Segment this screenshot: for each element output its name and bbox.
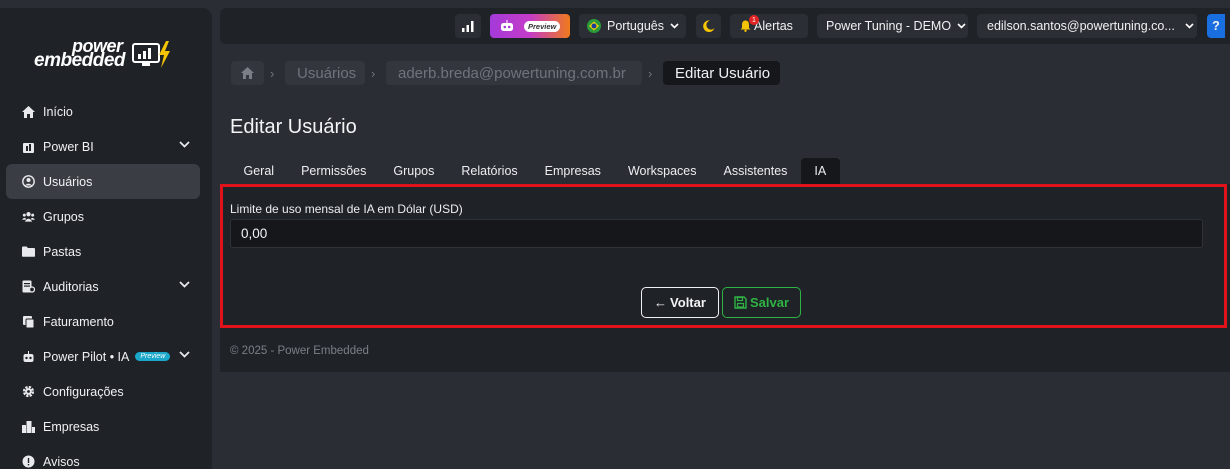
sidebar-item-usuarios[interactable]: Usuários (6, 164, 200, 199)
ai-assistant-button[interactable]: Preview (490, 14, 570, 38)
sidebar-item-label: Empresas (43, 419, 100, 434)
sidebar-item-label: Usuários (43, 174, 93, 189)
sidebar-item-empresas[interactable]: Empresas (6, 409, 200, 444)
sidebar: power embedded Início Power BI Usuários … (0, 8, 212, 469)
theme-toggle-button[interactable] (696, 14, 721, 38)
sidebar-item-label: Avisos (43, 454, 80, 469)
organization-label: Power Tuning - DEMO (826, 19, 952, 33)
tab-grupos[interactable]: Grupos (380, 158, 448, 184)
chevron-down-icon (179, 281, 190, 288)
logo[interactable]: power embedded (34, 36, 184, 84)
sidebar-item-power-pilot[interactable]: Power Pilot • IA Preview (6, 339, 200, 374)
breadcrumb-separator-icon: › (270, 66, 275, 81)
billing-icon (22, 315, 35, 328)
back-button-label: Voltar (670, 295, 706, 310)
audit-icon (22, 280, 35, 293)
arrow-left-icon: ← (654, 295, 668, 310)
tab-ia[interactable]: IA (800, 158, 840, 184)
brazil-flag-icon (587, 19, 601, 33)
user-menu-dropdown[interactable]: edilson.santos@powertuning.co... (977, 14, 1197, 38)
language-dropdown[interactable]: Português (579, 14, 686, 38)
breadcrumb-user-email[interactable]: aderb.breda@powertuning.com.br (386, 61, 642, 85)
chevron-down-icon (179, 141, 190, 148)
alerts-button[interactable]: 1 Alertas (730, 14, 808, 38)
breadcrumb-home[interactable] (231, 61, 264, 85)
footer-copyright: © 2025 - Power Embedded (230, 345, 369, 357)
folder-icon (22, 245, 35, 258)
ai-limit-label: Limite de uso mensal de IA em Dólar (USD… (230, 202, 463, 216)
user-circle-icon (22, 175, 35, 188)
tab-workspaces[interactable]: Workspaces (614, 158, 710, 184)
sidebar-item-label: Power BI (43, 139, 94, 154)
language-label: Português (607, 19, 664, 33)
help-label: ? (1212, 19, 1220, 33)
chevron-down-icon (957, 23, 966, 29)
signal-icon (462, 20, 474, 32)
breadcrumb-separator-icon: › (648, 66, 653, 81)
robot-icon (22, 350, 35, 363)
moon-icon (702, 20, 714, 32)
sidebar-item-label: Auditorias (43, 279, 99, 294)
sidebar-item-avisos[interactable]: Avisos (6, 444, 200, 469)
sidebar-nav: Início Power BI Usuários Grupos Pastas A… (6, 94, 200, 469)
preview-badge: Preview (524, 20, 561, 32)
sidebar-item-configuracoes[interactable]: Configurações (6, 374, 200, 409)
sidebar-item-auditorias[interactable]: Auditorias (6, 269, 200, 304)
chevron-down-icon (1185, 23, 1194, 29)
preview-badge: Preview (135, 352, 171, 361)
user-email-label: edilson.santos@powertuning.co... (987, 19, 1175, 33)
sidebar-item-label: Faturamento (43, 314, 114, 329)
save-button-label: Salvar (749, 295, 790, 310)
sidebar-item-pastas[interactable]: Pastas (6, 234, 200, 269)
back-button[interactable]: ← Voltar (641, 287, 719, 318)
tab-empresas[interactable]: Empresas (531, 158, 614, 184)
sidebar-item-label: Power Pilot • IA (43, 349, 130, 364)
sidebar-item-faturamento[interactable]: Faturamento (6, 304, 200, 339)
breadcrumb-separator-icon: › (371, 66, 376, 81)
sidebar-item-label: Grupos (43, 209, 84, 224)
notice-icon (22, 455, 35, 468)
home-icon (22, 105, 35, 118)
chevron-down-icon (670, 23, 679, 29)
logo-monitor-icon (132, 41, 170, 68)
robot-icon (501, 20, 513, 31)
sidebar-item-label: Início (43, 104, 73, 119)
chevron-down-icon (179, 351, 190, 358)
breadcrumb-current: Editar Usuário (663, 61, 780, 85)
sidebar-item-inicio[interactable]: Início (6, 94, 200, 129)
tab-geral[interactable]: Geral (230, 158, 288, 184)
page-title: Editar Usuário (230, 116, 357, 138)
tab-bar: Geral Permissões Grupos Relatórios Empre… (230, 158, 840, 184)
sidebar-item-label: Configurações (43, 384, 124, 399)
organization-dropdown[interactable]: Power Tuning - DEMO (817, 14, 968, 38)
sidebar-item-grupos[interactable]: Grupos (6, 199, 200, 234)
alerts-count-badge: 1 (749, 15, 759, 25)
ai-limit-input[interactable] (230, 219, 1203, 248)
users-icon (22, 210, 35, 223)
signal-button[interactable] (455, 14, 481, 38)
breadcrumb-users[interactable]: Usuários (285, 61, 365, 85)
powerbi-icon (22, 140, 35, 153)
alerts-label: Alertas (754, 19, 793, 33)
tab-permissoes[interactable]: Permissões (288, 158, 380, 184)
building-icon (22, 420, 35, 433)
save-button[interactable]: Salvar (722, 287, 801, 318)
gear-icon (22, 385, 35, 398)
topbar: Preview Português 1 Alertas Power Tuning… (220, 8, 1230, 44)
floppy-disk-icon (734, 296, 747, 309)
sidebar-item-power-bi[interactable]: Power BI (6, 129, 200, 164)
tab-relatorios[interactable]: Relatórios (448, 158, 531, 184)
sidebar-item-label: Pastas (43, 244, 82, 259)
logo-line2: embedded (34, 50, 126, 71)
home-icon (241, 67, 254, 79)
tab-assistentes[interactable]: Assistentes (710, 158, 801, 184)
help-button[interactable]: ? (1207, 14, 1225, 38)
